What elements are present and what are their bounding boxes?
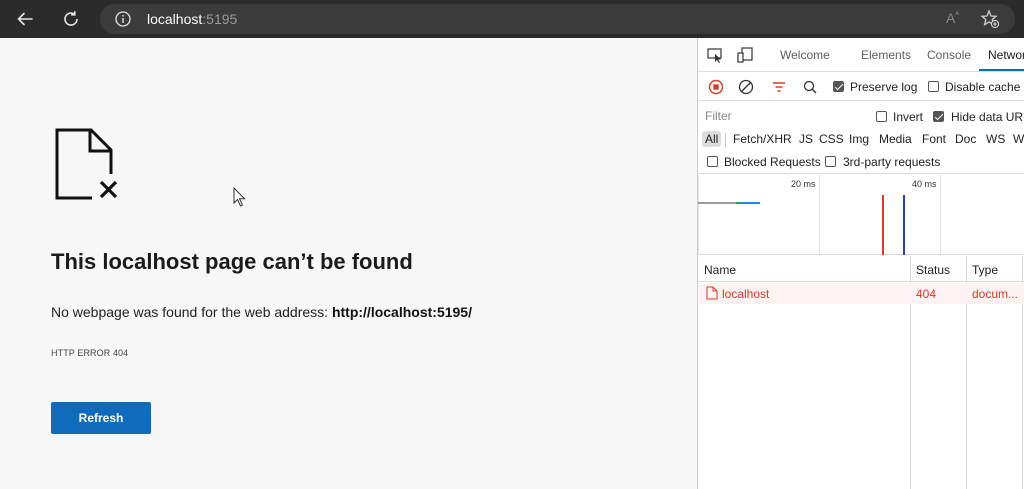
- request-type: docum...: [972, 287, 1019, 301]
- type-filter-divider: [725, 133, 726, 147]
- timeline-request-bar-queued: [698, 202, 736, 204]
- invert-checkbox[interactable]: [876, 111, 887, 122]
- timeline-label-40ms: 40 ms: [912, 179, 937, 189]
- tab-network[interactable]: Network: [988, 48, 1024, 62]
- request-status: 404: [916, 287, 937, 301]
- back-button[interactable]: [12, 6, 38, 32]
- disable-cache-checkbox[interactable]: [928, 81, 939, 92]
- error-code: HTTP ERROR 404: [51, 348, 129, 358]
- hide-data-urls-checkbox[interactable]: [933, 111, 944, 122]
- mouse-cursor-icon: [233, 186, 246, 207]
- site-info-icon[interactable]: [114, 10, 132, 28]
- read-aloud-icon: A: [946, 10, 956, 26]
- active-tab-indicator: [979, 69, 1024, 71]
- reload-button[interactable]: [58, 6, 84, 32]
- type-filter-fetch-xhr[interactable]: Fetch/XHR: [733, 132, 792, 146]
- blocked-requests-checkbox[interactable]: [707, 156, 718, 167]
- clear-icon[interactable]: [737, 78, 755, 96]
- type-filter-doc[interactable]: Doc: [955, 132, 976, 146]
- devtools-tab-bar: Welcome Elements Console Network: [698, 38, 1024, 72]
- device-emulation-icon[interactable]: [736, 46, 754, 64]
- network-toolbar: Preserve log Disable cache: [698, 73, 1024, 101]
- timeline-label-20ms: 20 ms: [791, 179, 816, 189]
- browser-toolbar: localhost:5195 Aᴬ: [0, 0, 1024, 38]
- requests-table-header: Name Status Type: [698, 256, 1024, 282]
- add-favorite-button[interactable]: [980, 9, 1000, 29]
- back-arrow-icon: [17, 12, 33, 26]
- request-name: localhost: [722, 287, 770, 301]
- tab-welcome[interactable]: Welcome: [780, 48, 830, 62]
- type-filter-font[interactable]: Font: [922, 132, 946, 146]
- preserve-log-checkbox[interactable]: [833, 81, 844, 92]
- page-not-found-icon: [55, 128, 124, 202]
- type-filter-all[interactable]: All: [702, 131, 722, 147]
- devtools-panel: Welcome Elements Console Network Preserv…: [697, 38, 1024, 489]
- timeline-gridline: [698, 175, 699, 255]
- filter-input[interactable]: Filter: [701, 106, 861, 126]
- tab-elements[interactable]: Elements: [861, 48, 911, 62]
- dom-content-loaded-marker: [903, 195, 905, 255]
- error-page: This localhost page can’t be found No we…: [0, 38, 697, 489]
- url-text[interactable]: localhost:5195: [147, 11, 237, 27]
- type-filter-img[interactable]: Img: [849, 132, 869, 146]
- search-icon[interactable]: [801, 78, 819, 96]
- url-host: localhost: [147, 11, 203, 27]
- type-filter-ws[interactable]: WS: [986, 132, 1005, 146]
- third-party-requests-checkbox[interactable]: [825, 156, 836, 167]
- type-filter-wasm[interactable]: Wasm: [1013, 132, 1024, 146]
- read-aloud-button[interactable]: Aᴬ: [946, 10, 959, 26]
- disable-cache-label: Disable cache: [945, 80, 1021, 94]
- load-event-marker: [882, 195, 884, 255]
- type-filter-media[interactable]: Media: [879, 132, 912, 146]
- type-filter-js[interactable]: JS: [799, 132, 813, 146]
- timeline-gridline: [819, 175, 820, 255]
- preserve-log-label: Preserve log: [850, 80, 918, 94]
- invert-label: Invert: [893, 110, 924, 124]
- document-file-icon: [706, 286, 718, 300]
- record-stop-icon[interactable]: [707, 78, 725, 96]
- read-aloud-sup: ᴬ: [955, 10, 959, 19]
- timeline-gridline: [940, 175, 941, 255]
- hide-data-urls-label: Hide data URLs: [951, 110, 1024, 124]
- reload-icon: [64, 11, 78, 26]
- error-description: No webpage was found for the web address…: [51, 304, 472, 320]
- filter-icon[interactable]: [770, 78, 788, 96]
- error-description-text: No webpage was found for the web address…: [51, 304, 332, 320]
- tab-console[interactable]: Console: [927, 48, 971, 62]
- error-title: This localhost page can’t be found: [51, 249, 413, 274]
- error-url: http://localhost:5195/: [331, 304, 472, 320]
- url-port: :5195: [202, 11, 238, 27]
- type-filter-css[interactable]: CSS: [819, 132, 844, 146]
- column-type[interactable]: Type: [972, 263, 998, 277]
- filter-section: Filter Invert Hide data URLs All Fetch/X…: [698, 102, 1024, 174]
- timeline-request-bar-download: [740, 202, 760, 204]
- blocked-requests-label: Blocked Requests: [724, 155, 821, 169]
- table-row[interactable]: localhost 404 docum...: [698, 283, 1024, 304]
- network-overview-timeline[interactable]: 20 ms 40 ms: [698, 175, 1024, 255]
- column-status[interactable]: Status: [916, 263, 950, 277]
- refresh-button[interactable]: Refresh: [51, 402, 151, 434]
- third-party-requests-label: 3rd-party requests: [843, 155, 941, 169]
- inspect-element-icon[interactable]: [706, 46, 724, 64]
- address-bar[interactable]: localhost:5195 Aᴬ: [100, 4, 1015, 34]
- column-name[interactable]: Name: [704, 263, 736, 277]
